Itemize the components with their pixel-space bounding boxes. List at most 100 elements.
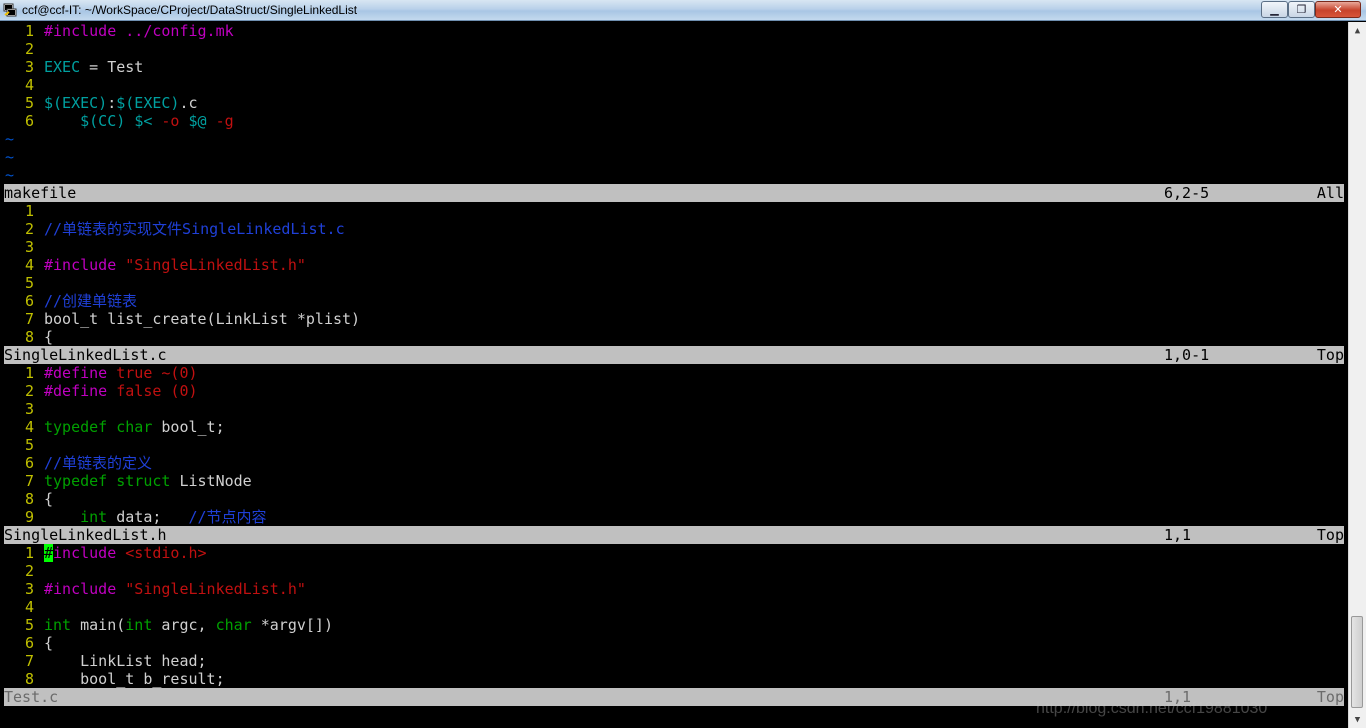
code-text: #include ../config.mk [44, 22, 234, 40]
line-number: 4 [24, 76, 34, 94]
code-text: typedef struct ListNode [44, 472, 252, 490]
close-icon: ✕ [1333, 3, 1343, 16]
watermark: http://blog.csdn.net/ccf19881030 [1036, 700, 1268, 717]
code-text: typedef char bool_t; [44, 418, 225, 436]
maximize-button[interactable]: ❐ [1288, 1, 1315, 18]
code-token: -o [161, 112, 180, 130]
code-token: int [125, 616, 153, 634]
tilde-marker: ~ [5, 130, 15, 148]
scrollbar-thumb[interactable] [1351, 616, 1363, 708]
code-line[interactable]: 3 EXEC = Test [0, 58, 1344, 76]
code-token: : [107, 94, 117, 112]
code-token: ~(0) [161, 364, 198, 382]
code-token: typedef [44, 418, 108, 436]
code-token: int [44, 616, 72, 634]
code-line[interactable]: 2 [0, 40, 1344, 58]
code-line[interactable]: 4 typedef char bool_t; [0, 418, 1344, 436]
line-number: 4 [24, 256, 34, 274]
code-line[interactable]: 5 [0, 274, 1344, 292]
code-line[interactable]: 7 bool_t list_create(LinkList *plist) [0, 310, 1344, 328]
code-line[interactable]: 2 //单链表的实现文件SingleLinkedList.c [0, 220, 1344, 238]
code-line[interactable]: 2 #define false (0) [0, 382, 1344, 400]
vim-status-line[interactable]: makefile 6,2-5 All [4, 184, 1344, 202]
code-token: char [116, 418, 153, 436]
code-line[interactable]: 5 [0, 436, 1344, 454]
code-text: bool_t list_create(LinkList *plist) [44, 310, 360, 328]
code-token: int [80, 508, 108, 526]
code-line[interactable]: 4 #include "SingleLinkedList.h" [0, 256, 1344, 274]
code-token: #include ../config.mk [44, 22, 234, 40]
code-token: #include [44, 256, 126, 274]
vim-status-line[interactable]: SingleLinkedList.h 1,1 Top [4, 526, 1344, 544]
code-text: { [44, 634, 53, 652]
line-number: 3 [24, 58, 34, 76]
code-line[interactable]: 1 #define true ~(0) [0, 364, 1344, 382]
vim-status-line[interactable]: SingleLinkedList.c 1,0-1 Top [4, 346, 1344, 364]
code-token: //节点内容 [188, 508, 267, 526]
status-cursor-position: 1,1 [1164, 526, 1192, 544]
window-titlebar[interactable]: ccf@ccf-IT: ~/WorkSpace/CProject/DataStr… [0, 0, 1366, 21]
scroll-up-arrow-icon[interactable]: ▲ [1349, 22, 1366, 39]
code-token: bool_t; [152, 418, 225, 436]
code-text: #include "SingleLinkedList.h" [44, 256, 306, 274]
code-line[interactable]: 5 $(EXEC):$(EXEC).c [0, 94, 1344, 112]
code-line[interactable]: 1 #include <stdio.h> [0, 544, 1344, 562]
line-number: 1 [24, 544, 34, 562]
text-cursor: # [44, 544, 54, 562]
code-line[interactable]: 3 #include "SingleLinkedList.h" [0, 580, 1344, 598]
code-token: $(CC) [80, 112, 126, 130]
terminal-area[interactable]: 1 #include ../config.mk 2 3 EXEC = Test 4 5 $(E… [0, 22, 1348, 728]
vertical-scrollbar[interactable]: ▲ ▼ [1348, 22, 1366, 728]
code-line[interactable]: 6 //创建单链表 [0, 292, 1344, 310]
code-token: typedef [44, 472, 108, 490]
tilde-marker: ~ [5, 166, 15, 184]
code-token: //创建单链表 [44, 292, 138, 310]
line-number: 4 [24, 418, 34, 436]
code-token: main( [71, 616, 126, 634]
maximize-icon: ❐ [1296, 3, 1307, 16]
minimize-button[interactable]: ▁ [1261, 1, 1288, 18]
code-line[interactable]: 5 int main(int argc, char *argv[]) [0, 616, 1344, 634]
code-token: bool_t list_create(LinkList *plist) [44, 310, 361, 328]
code-token: "SingleLinkedList.h" [125, 580, 306, 598]
code-line[interactable]: 9 int data; //节点内容 [0, 508, 1344, 526]
code-line[interactable]: 6{ [0, 634, 1344, 652]
status-filename: makefile [4, 184, 77, 202]
code-token: false [116, 382, 162, 400]
code-line[interactable]: 3 [0, 400, 1344, 418]
minimize-icon: ▁ [1270, 3, 1279, 16]
code-token: ListNode [170, 472, 252, 490]
code-line[interactable]: 2 [0, 562, 1344, 580]
code-line[interactable]: 6 $(CC) $< -o $@ -g [0, 112, 1344, 130]
line-number: 5 [24, 616, 34, 634]
line-number: 3 [24, 238, 34, 256]
code-line[interactable]: 8{ [0, 328, 1344, 346]
code-line[interactable]: 1 [0, 202, 1344, 220]
code-line[interactable]: 6 //单链表的定义 [0, 454, 1344, 472]
code-token: { [44, 634, 54, 652]
code-line[interactable]: 4 [0, 76, 1344, 94]
code-token: $< [134, 112, 153, 130]
code-line[interactable]: 4 [0, 598, 1344, 616]
code-text: //单链表的定义 [44, 454, 152, 472]
code-token: (0) [170, 382, 198, 400]
line-number: 6 [24, 112, 34, 130]
code-line[interactable]: 3 [0, 238, 1344, 256]
code-line[interactable]: 7 LinkList head; [0, 652, 1344, 670]
code-line[interactable]: 8{ [0, 490, 1344, 508]
scroll-down-arrow-icon[interactable]: ▼ [1349, 711, 1366, 728]
close-button[interactable]: ✕ [1315, 1, 1361, 18]
code-line[interactable]: 7 typedef struct ListNode [0, 472, 1344, 490]
code-line[interactable]: 8 bool_t b_result; [0, 670, 1344, 688]
code-token: struct [116, 472, 171, 490]
code-token: .c [179, 94, 198, 112]
line-number: 3 [24, 580, 34, 598]
code-text: $(CC) $< -o $@ -g [44, 112, 234, 130]
code-line[interactable]: 1 #include ../config.mk [0, 22, 1344, 40]
line-number: 6 [24, 292, 34, 310]
code-token: char [215, 616, 252, 634]
code-text: { [44, 328, 53, 346]
